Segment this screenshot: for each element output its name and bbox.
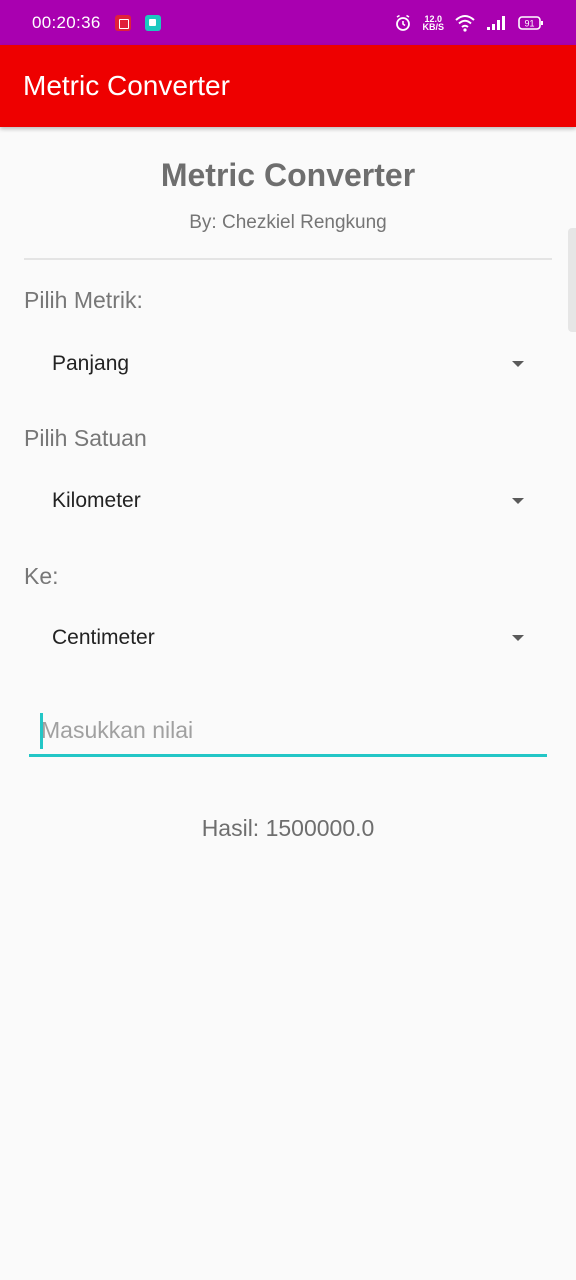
value-input[interactable] xyxy=(29,707,547,753)
status-left: 00:20:36 xyxy=(32,13,161,33)
network-speed: 12.0 KB/S xyxy=(422,14,444,32)
to-unit-spinner-value: Centimeter xyxy=(52,626,155,649)
battery-level: 91 xyxy=(524,18,534,28)
page-title: Metric Converter xyxy=(160,157,416,193)
signal-icon xyxy=(487,15,505,30)
text-cursor xyxy=(40,713,43,749)
scroll-indicator[interactable] xyxy=(568,228,576,332)
app-bar-title: Metric Converter xyxy=(23,70,230,101)
unit-spinner[interactable]: Kilometer xyxy=(24,473,552,529)
value-input-wrapper xyxy=(29,707,547,757)
page-subtitle: By: Chezkiel Rengkung xyxy=(189,212,387,233)
metric-spinner[interactable]: Panjang xyxy=(24,336,552,392)
to-unit-spinner[interactable]: Centimeter xyxy=(24,610,552,666)
to-label: Ke: xyxy=(24,563,59,589)
chevron-down-icon xyxy=(512,498,524,504)
battery-icon: 91 xyxy=(518,15,543,30)
status-right: 12.0 KB/S 91 xyxy=(394,14,544,32)
screen-record-notification-icon xyxy=(114,14,131,31)
chevron-down-icon xyxy=(512,635,524,641)
unit-label: Pilih Satuan xyxy=(24,425,147,451)
wifi-icon xyxy=(455,14,475,32)
chevron-down-icon xyxy=(512,361,524,367)
metric-spinner-value: Panjang xyxy=(52,352,130,375)
status-time: 00:20:36 xyxy=(32,12,101,32)
input-underline xyxy=(29,754,547,757)
status-bar: 00:20:36 12.0 KB/S 91 xyxy=(0,0,576,45)
app-notification-icon xyxy=(144,14,161,31)
divider xyxy=(24,258,552,260)
metric-label: Pilih Metrik: xyxy=(24,287,143,313)
network-speed-unit: KB/S xyxy=(422,21,444,32)
unit-spinner-value: Kilometer xyxy=(52,489,141,512)
result-text: Hasil: 1500000.0 xyxy=(201,815,375,841)
app-bar: Metric Converter xyxy=(0,45,576,127)
alarm-icon xyxy=(396,14,411,31)
